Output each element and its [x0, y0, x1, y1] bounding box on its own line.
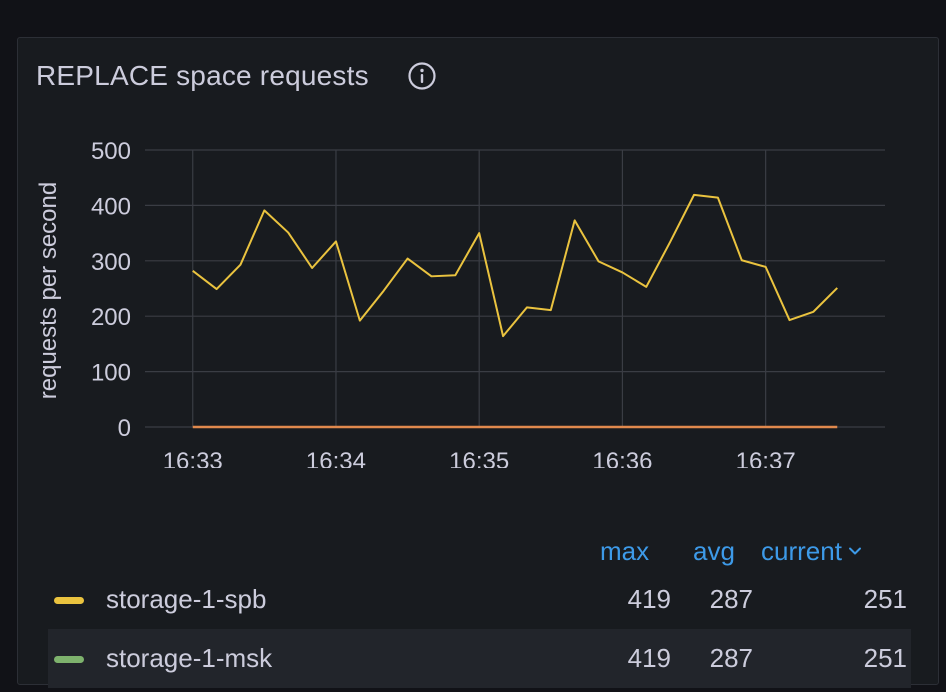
- panel: REPLACE space requests 0 100 200 300 400 500 …: [17, 37, 939, 688]
- series-line-storage-1-spb: [192, 193, 838, 338]
- y-tick-label: 0: [118, 415, 131, 442]
- chevron-down-icon: [848, 547, 861, 555]
- x-tick-label: 16:37: [736, 448, 796, 468]
- legend-series-name[interactable]: storage-1-spb: [106, 584, 266, 615]
- legend-value-avg: 287: [709, 584, 753, 614]
- x-axis-ticks: 16:33 16:34 16:35 16:36 16:37: [163, 448, 796, 468]
- y-axis-label: requests per second: [35, 182, 62, 399]
- legend-header-current-label: current: [761, 536, 842, 566]
- legend-header-max[interactable]: max: [600, 536, 649, 567]
- legend-value-avg: 287: [709, 643, 753, 673]
- legend-swatch: [54, 656, 84, 663]
- y-tick-label: 200: [91, 304, 131, 331]
- legend-value-max: 419: [627, 584, 671, 614]
- legend-value-current: 251: [863, 584, 907, 614]
- legend-row-storage-1-spb[interactable]: storage-1-spb 419 287 251: [48, 570, 911, 629]
- legend-value-max: 419: [627, 643, 671, 673]
- y-tick-label: 300: [91, 249, 131, 276]
- x-tick-label: 16:33: [163, 448, 223, 468]
- series-layer: [192, 193, 838, 429]
- legend-header-avg[interactable]: avg: [693, 536, 735, 567]
- legend-header-current[interactable]: current: [761, 536, 862, 567]
- grid: [145, 149, 885, 428]
- x-tick-label: 16:34: [306, 448, 366, 468]
- x-tick-label: 16:35: [449, 448, 509, 468]
- legend-header: max avg current: [48, 526, 911, 570]
- legend-value-current: 251: [863, 643, 907, 673]
- legend-row-storage-1-msk[interactable]: storage-1-msk 419 287 251: [48, 629, 911, 688]
- y-tick-label: 100: [91, 360, 131, 387]
- legend: max avg current storage-1-spb 419 287 25…: [48, 526, 911, 688]
- x-tick-label: 16:36: [592, 448, 652, 468]
- y-tick-label: 400: [91, 193, 131, 220]
- legend-swatch: [54, 597, 84, 604]
- y-tick-label: 500: [91, 138, 131, 165]
- y-axis-ticks: 0 100 200 300 400 500: [91, 138, 131, 442]
- legend-series-name[interactable]: storage-1-msk: [106, 643, 272, 674]
- line-chart[interactable]: 0100200300400500 16:33 16:34 16:35 16:36 16:…: [18, 38, 938, 468]
